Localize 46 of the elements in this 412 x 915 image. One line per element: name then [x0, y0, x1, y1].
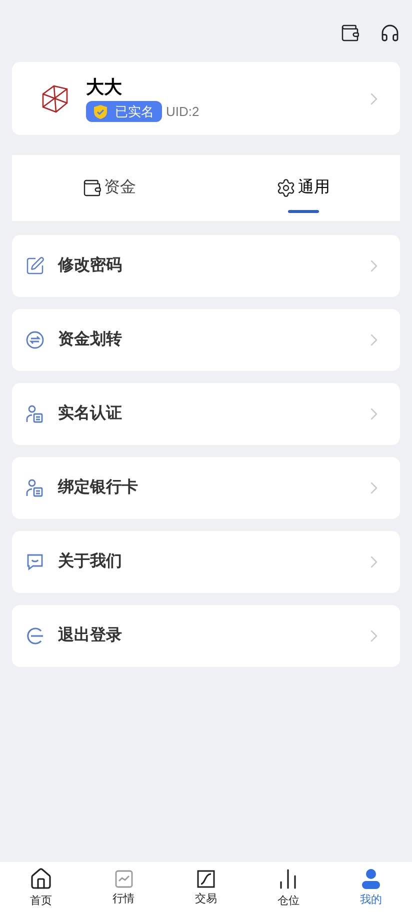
wallet-icon[interactable]: [340, 23, 360, 43]
chat-smile-icon: [25, 552, 45, 572]
tab-label: 通用: [298, 178, 330, 198]
logout-icon: [25, 626, 45, 646]
home-icon: [29, 867, 54, 892]
nav-tab[interactable]: 交易: [164, 862, 248, 915]
menu-label: 绑定银行卡: [58, 477, 139, 498]
tab-label: 资金: [104, 178, 136, 198]
menu-item[interactable]: 资金划转: [12, 309, 400, 371]
menu-label: 退出登录: [58, 625, 123, 646]
edit-icon: [25, 256, 45, 276]
user-icon: [360, 868, 382, 890]
menu-label: 资金划转: [58, 330, 123, 350]
menu-label: 实名认证: [58, 403, 123, 424]
trade-chart-icon: [196, 869, 216, 890]
menu-item[interactable]: 退出登录: [12, 605, 400, 667]
wallet-icon: [82, 178, 102, 198]
menu-item[interactable]: 修改密码: [12, 235, 400, 297]
tab[interactable]: 资金: [12, 155, 206, 221]
transfer-icon: [25, 330, 45, 350]
id-card-icon: [25, 404, 45, 424]
menu-item[interactable]: 实名认证: [12, 383, 400, 445]
nav-tab[interactable]: 我的: [330, 862, 412, 915]
nav-label: 交易: [195, 892, 218, 908]
user-id: UID:2: [166, 102, 200, 121]
nav-tab[interactable]: 仓位: [247, 862, 330, 915]
profile-card[interactable]: 大大 已实名 UID:2: [12, 62, 400, 135]
tab[interactable]: 通用: [206, 155, 400, 221]
menu-label: 关于我们: [58, 551, 123, 572]
menu-item[interactable]: 关于我们: [12, 531, 400, 593]
headset-icon[interactable]: [380, 23, 400, 43]
verified-badge: 已实名: [86, 101, 162, 122]
avatar-icon: [40, 84, 70, 114]
nav-label: 我的: [360, 893, 382, 908]
nav-tab[interactable]: 首页: [0, 862, 82, 915]
line-chart-icon: [114, 869, 134, 890]
nav-label: 仓位: [277, 894, 300, 910]
menu-item[interactable]: 绑定银行卡: [12, 457, 400, 519]
user-name: 大大: [86, 76, 123, 99]
nav-label: 行情: [112, 892, 135, 908]
tab-indicator: [288, 210, 318, 213]
nav-tab[interactable]: 行情: [82, 862, 165, 915]
gear-icon: [276, 178, 296, 198]
nav-label: 首页: [30, 894, 52, 910]
menu-label: 修改密码: [58, 255, 123, 276]
id-card-icon: [25, 478, 45, 498]
